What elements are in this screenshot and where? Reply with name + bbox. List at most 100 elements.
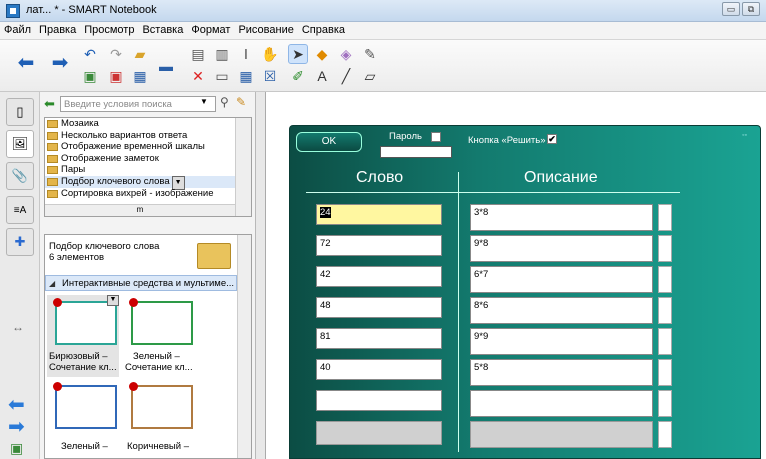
- add-ons-icon[interactable]: ✚: [6, 228, 34, 256]
- undo-icon[interactable]: ↶: [80, 44, 100, 64]
- row-handle[interactable]: [658, 359, 672, 386]
- word-cell[interactable]: 48: [316, 297, 442, 318]
- menu-format[interactable]: Формат: [187, 22, 234, 38]
- font-icon[interactable]: A: [312, 66, 332, 86]
- tree-item[interactable]: Отображение заметок: [45, 153, 251, 165]
- password-field[interactable]: [380, 146, 452, 158]
- screen-capture-icon[interactable]: ✋: [260, 44, 280, 64]
- minimize-button[interactable]: ▭: [722, 2, 740, 16]
- gallery-scrollbar[interactable]: [237, 235, 251, 458]
- paste-icon[interactable]: ▤: [188, 44, 208, 64]
- row-handle[interactable]: [658, 204, 672, 231]
- word-cell[interactable]: 81: [316, 328, 442, 349]
- table-icon[interactable]: ▦: [236, 66, 256, 86]
- thumb-turquoise[interactable]: [55, 301, 117, 345]
- word-cell[interactable]: 40: [316, 359, 442, 380]
- thumb-green[interactable]: [131, 301, 193, 345]
- open-folder-icon[interactable]: ▰: [130, 44, 150, 64]
- side-add-page-icon[interactable]: ▣: [10, 440, 23, 457]
- description-cell[interactable]: [470, 390, 653, 417]
- pin-icon[interactable]: ✎: [236, 95, 246, 109]
- display-icon[interactable]: ▬: [156, 56, 176, 76]
- column-divider: [458, 172, 459, 452]
- attachments-icon[interactable]: 📎: [6, 162, 34, 190]
- description-cell[interactable]: 8*6: [470, 297, 653, 324]
- password-checkbox[interactable]: [431, 132, 441, 142]
- header-divider: [306, 192, 680, 193]
- column-header-word: Слово: [356, 169, 404, 186]
- collapse-triangle-icon[interactable]: ◢: [49, 279, 55, 288]
- word-cell[interactable]: [316, 390, 442, 411]
- folder-icon: [197, 243, 231, 269]
- side-forward-arrow-icon[interactable]: ➡: [8, 414, 25, 439]
- search-dropdown-icon[interactable]: ▼: [200, 97, 208, 106]
- tree-item[interactable]: Мозаика: [45, 118, 251, 130]
- fill-icon[interactable]: ◆: [312, 44, 332, 64]
- eraser-icon[interactable]: ◈: [336, 44, 356, 64]
- magic-pen-icon[interactable]: ✎: [360, 44, 380, 64]
- search-icon[interactable]: ⚲: [220, 95, 229, 109]
- page-sorter-icon[interactable]: ▯: [6, 98, 34, 126]
- tree-item[interactable]: Отображение временной шкалы: [45, 141, 251, 153]
- word-cell[interactable]: 24: [316, 204, 442, 225]
- solve-button-label: Кнопка «Решить»: [468, 135, 546, 146]
- text-tool-icon[interactable]: Ⅰ: [236, 44, 256, 64]
- resize-handle-icon[interactable]: ◦◦: [742, 132, 747, 139]
- line-tool-icon[interactable]: ╱: [336, 66, 356, 86]
- properties-icon[interactable]: ≡A: [6, 196, 34, 224]
- panel-splitter[interactable]: [256, 92, 266, 459]
- description-cell[interactable]: 9*8: [470, 235, 653, 262]
- description-cell[interactable]: 6*7: [470, 266, 653, 293]
- menu-file[interactable]: Файл: [0, 22, 35, 38]
- tree-scrollbar[interactable]: [235, 118, 251, 216]
- row-handle[interactable]: [658, 328, 672, 355]
- back-arrow-icon[interactable]: ⬅: [16, 52, 36, 74]
- resize-arrows-icon[interactable]: ↔: [12, 320, 24, 334]
- select-pointer-icon[interactable]: ➤: [288, 44, 308, 64]
- save-icon[interactable]: ▦: [130, 66, 150, 86]
- gallery-tree: Мозаика Несколько вариантов ответа Отобр…: [44, 117, 252, 217]
- menu-draw[interactable]: Рисование: [234, 22, 297, 38]
- tree-item-selected[interactable]: Подбор клочевого слова ▼: [45, 175, 251, 190]
- tree-h-scrollbar[interactable]: m: [45, 204, 235, 216]
- thumb-menu-icon[interactable]: ▼: [107, 295, 119, 306]
- restore-button[interactable]: ⧉: [742, 2, 760, 16]
- thumb-brown[interactable]: [131, 385, 193, 429]
- description-cell[interactable]: 9*9: [470, 328, 653, 355]
- shape-tool-icon[interactable]: ▱: [360, 66, 380, 86]
- dual-page-icon[interactable]: ▭: [212, 66, 232, 86]
- description-cell[interactable]: 3*8: [470, 204, 653, 231]
- word-cell[interactable]: 42: [316, 266, 442, 287]
- delete-page-icon[interactable]: ▣: [106, 66, 126, 86]
- row-handle[interactable]: [658, 297, 672, 324]
- thumb-label: Коричневый –: [127, 441, 189, 452]
- row-handle[interactable]: [658, 235, 672, 262]
- screen-shade-icon[interactable]: ▥: [212, 44, 232, 64]
- pens-icon[interactable]: ✐: [288, 66, 308, 86]
- menu-edit[interactable]: Правка: [35, 22, 80, 38]
- category-header[interactable]: Интерактивные средства и мультиме...: [45, 275, 237, 291]
- close-view-icon[interactable]: ☒: [260, 66, 280, 86]
- tree-item[interactable]: Сортировка вихрей - изображение: [45, 188, 251, 200]
- forward-arrow-icon[interactable]: ➡: [50, 52, 70, 74]
- gallery-icon[interactable]: 🖼: [6, 130, 34, 158]
- tree-item[interactable]: Пары: [45, 164, 251, 176]
- gallery-back-icon[interactable]: ⬅: [44, 96, 55, 112]
- thumb-green-2[interactable]: [55, 385, 117, 429]
- description-cell[interactable]: 5*8: [470, 359, 653, 386]
- search-input[interactable]: Введите условия поиска: [60, 96, 216, 112]
- word-cell[interactable]: 72: [316, 235, 442, 256]
- redo-icon[interactable]: ↷: [106, 44, 126, 64]
- add-page-icon[interactable]: ▣: [80, 66, 100, 86]
- row-handle[interactable]: [658, 266, 672, 293]
- menu-insert[interactable]: Вставка: [138, 22, 187, 38]
- menu-view[interactable]: Просмотр: [80, 22, 138, 38]
- tree-item[interactable]: Несколько вариантов ответа: [45, 130, 251, 142]
- thumb-label: Сочетание кл...: [49, 362, 117, 373]
- row-handle[interactable]: [658, 390, 672, 417]
- delete-icon[interactable]: ✕: [188, 66, 208, 86]
- ok-button[interactable]: OK: [296, 132, 362, 152]
- solve-checkbox[interactable]: ✔: [547, 134, 557, 144]
- menu-help[interactable]: Справка: [298, 22, 349, 38]
- row-handle[interactable]: [658, 421, 672, 448]
